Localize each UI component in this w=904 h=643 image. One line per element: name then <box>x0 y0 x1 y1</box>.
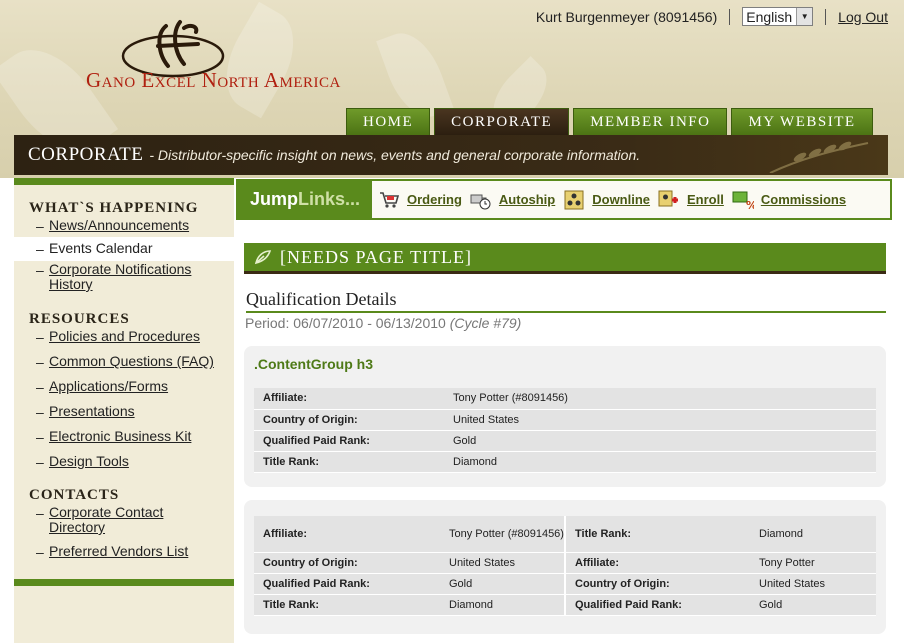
sidebar-link[interactable]: Corporate Contact Directory <box>49 505 199 535</box>
table-row: Qualified Paid Rank: Gold <box>254 430 876 452</box>
divider <box>825 8 827 25</box>
banner-subtitle: - Distributor-specific insight on news, … <box>149 147 641 163</box>
language-select[interactable]: English ▼ <box>742 7 814 26</box>
sidebar-label: Events Calendar <box>49 240 153 256</box>
wheat-icon <box>769 141 869 173</box>
content-group-1: .ContentGroup h3 Affiliate: Tony Potter (… <box>244 346 886 487</box>
table-row: Affiliate: Tony Potter (#8091456) <box>254 388 876 410</box>
section-banner: CORPORATE - Distributor-specific insight… <box>14 135 888 175</box>
account-bar: Kurt Burgenmeyer (8091456) English ▼ Log… <box>536 7 888 26</box>
divider <box>729 8 731 25</box>
leaf-icon <box>254 250 272 265</box>
sidebar-link[interactable]: Design Tools <box>49 454 129 470</box>
logout-link[interactable]: Log Out <box>838 9 888 25</box>
sidebar-bottom-bar <box>14 579 234 586</box>
sidebar-item-business-kit[interactable]: – Electronic Business Kit <box>14 428 234 448</box>
sidebar-item-applications[interactable]: – Applications/Forms <box>14 378 234 398</box>
tab-home[interactable]: HOME <box>346 108 431 135</box>
sidebar-item-corporate-notifications[interactable]: – Corporate Notifications History <box>14 261 234 295</box>
section-heading: Qualification Details <box>246 289 886 313</box>
jumplink-downline[interactable]: Downline <box>563 190 650 210</box>
sidebar-heading-whats-happening: WHAT`S HAPPENING <box>29 200 199 216</box>
downline-icon <box>564 190 584 209</box>
table-row: Affiliate: Tony Potter (#8091456) Title … <box>254 516 876 553</box>
chevron-down-icon[interactable]: ▼ <box>796 8 813 25</box>
sidebar-heading-resources: RESOURCES <box>29 311 130 327</box>
tab-my-website[interactable]: MY WEBSITE <box>731 108 873 135</box>
details-table: Affiliate: Tony Potter (#8091456) Country… <box>254 388 876 473</box>
table-row: Country of Origin: United States Affilia… <box>254 552 876 574</box>
sidebar-link[interactable]: Policies and Procedures <box>49 329 200 345</box>
page-title: [NEEDS PAGE TITLE] <box>280 246 472 267</box>
sidebar-item-news[interactable]: – News/Announcements <box>14 217 234 237</box>
table-row: Country of Origin: United States <box>254 409 876 431</box>
sidebar-item-policies[interactable]: – Policies and Procedures <box>14 328 234 348</box>
sidebar: WHAT`S HAPPENING – News/Announcements – Ev… <box>14 178 234 643</box>
sidebar-item-presentations[interactable]: – Presentations <box>14 403 234 423</box>
sidebar-item-design-tools[interactable]: – Design Tools <box>14 453 234 473</box>
logo-text: Gano Excel North America <box>86 68 341 92</box>
commissions-icon: % <box>732 191 754 210</box>
period-text: Period: 06/07/2010 - 06/13/2010 (Cycle #… <box>245 315 522 331</box>
user-name: Kurt Burgenmeyer (8091456) <box>535 8 718 25</box>
sidebar-item-faq[interactable]: – Common Questions (FAQ) <box>14 353 234 373</box>
cart-icon <box>380 191 400 208</box>
svg-text:%: % <box>746 199 754 210</box>
jumplinks-label: Jump Links... <box>238 181 372 218</box>
enroll-icon <box>658 190 679 206</box>
sidebar-item-events-calendar[interactable]: – Events Calendar <box>14 237 234 261</box>
truck-clock-icon <box>470 194 491 209</box>
sidebar-link[interactable]: News/Announcements <box>49 218 189 234</box>
table-row: Qualified Paid Rank: Gold Country of Ori… <box>254 573 876 595</box>
table-row: Title Rank: Diamond <box>254 451 876 473</box>
jumplink-commissions[interactable]: % Commissions <box>732 190 846 210</box>
page-title-bar: [NEEDS PAGE TITLE] <box>244 243 886 274</box>
sidebar-link[interactable]: Preferred Vendors List <box>49 544 188 560</box>
sidebar-item-vendors[interactable]: – Preferred Vendors List <box>14 543 234 563</box>
sidebar-link[interactable]: Applications/Forms <box>49 379 168 395</box>
details-table-two-column: Affiliate: Tony Potter (#8091456) Title … <box>254 516 876 616</box>
content-group-title: .ContentGroup h3 <box>254 356 373 372</box>
sidebar-link[interactable]: Corporate Notifications History <box>49 262 199 292</box>
banner-title: CORPORATE <box>28 144 144 165</box>
sidebar-item-contact-directory[interactable]: – Corporate Contact Directory <box>14 504 234 538</box>
sidebar-heading-contacts: CONTACTS <box>29 487 120 503</box>
tab-corporate[interactable]: CORPORATE <box>434 108 570 135</box>
jumplink-ordering[interactable]: Ordering <box>378 190 462 210</box>
language-value: English <box>746 8 793 25</box>
sidebar-link[interactable]: Electronic Business Kit <box>49 429 191 445</box>
jumplink-autoship[interactable]: Autoship <box>470 190 555 210</box>
cycle-text: (Cycle #79) <box>449 315 522 331</box>
jumplink-enroll[interactable]: Enroll <box>658 190 724 210</box>
jumplinks-bar: Jump Links... Ordering Autoship Downline … <box>236 179 892 220</box>
main-nav: HOME CORPORATE MEMBER INFO MY WEBSITE <box>346 108 873 135</box>
table-row: Title Rank: Diamond Qualified Paid Rank:… <box>254 594 876 616</box>
sidebar-link[interactable]: Presentations <box>49 404 135 420</box>
content-group-2: Affiliate: Tony Potter (#8091456) Title … <box>244 500 886 634</box>
sidebar-top-bar <box>14 178 234 185</box>
tab-member-info[interactable]: MEMBER INFO <box>573 108 728 135</box>
sidebar-link[interactable]: Common Questions (FAQ) <box>49 354 214 370</box>
